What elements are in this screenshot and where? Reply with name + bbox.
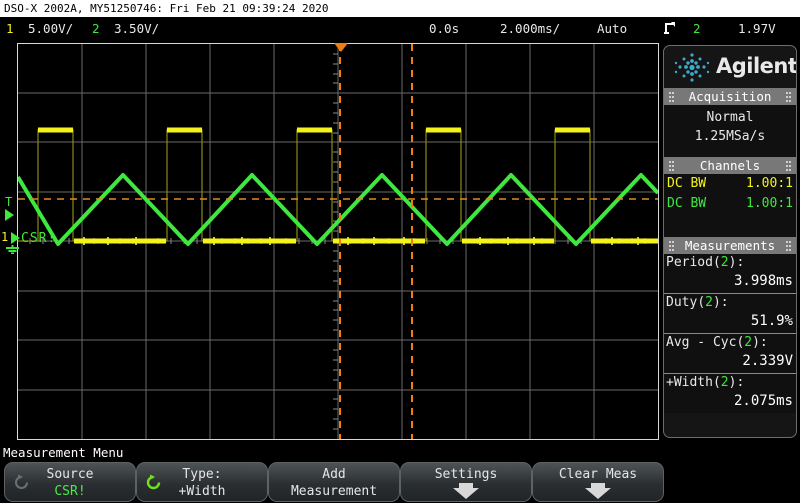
right-sidebar: Agilent Acquisition Normal 1.25MSa/s Cha… <box>663 45 797 438</box>
rising-edge-icon <box>664 20 678 43</box>
softkey-source[interactable]: Source CSR! <box>4 462 136 502</box>
cycle-icon <box>15 474 28 489</box>
channels-body: DC BW 1.00:1 DC BW 1.00:1 <box>664 174 796 237</box>
measurement-value: 2.339V <box>742 353 793 369</box>
measurement-row[interactable]: Duty(2): 51.9% <box>664 293 796 333</box>
measurement-label: Period(2): <box>666 255 745 270</box>
softkey-add-line1: Add <box>322 467 346 482</box>
measurement-row[interactable]: Period(2): 3.998ms <box>664 254 796 293</box>
measurements-section-header[interactable]: Measurements <box>664 237 796 254</box>
measurement-name: Duty <box>666 295 698 310</box>
down-arrow-icon <box>401 483 531 499</box>
acquisition-body: Normal 1.25MSa/s <box>664 105 796 157</box>
trigger-level-marker-arrow-icon[interactable] <box>5 209 14 221</box>
ground-symbol-icon <box>6 245 19 254</box>
softkey-add-line2: Measurement <box>290 484 378 499</box>
status-ch1-scale[interactable]: 5.00V/ <box>28 17 73 40</box>
measurement-source: 2 <box>720 375 729 390</box>
channel-1-ground-arrow-icon[interactable] <box>11 232 20 244</box>
measurement-value: 3.998ms <box>733 273 793 289</box>
oscilloscope-screen: DSO-X 2002A, MY51250746: Fri Feb 21 09:3… <box>0 0 800 503</box>
trigger-level-marker-label: T <box>5 195 13 209</box>
waveform-canvas[interactable] <box>18 44 658 439</box>
measurement-label: Duty(2): <box>666 295 729 310</box>
softkey-clear-meas-label: Clear Meas <box>558 467 638 482</box>
drag-handle-right-icon[interactable] <box>786 92 791 102</box>
channel-row-1[interactable]: DC BW 1.00:1 <box>664 174 796 194</box>
measurements-body: Period(2): 3.998ms Duty(2): 51.9% Avg - … <box>664 254 796 413</box>
channel-2-probe: 1.00:1 <box>746 196 793 211</box>
measurement-source: 2 <box>705 295 713 310</box>
softkey-settings-label: Settings <box>434 467 498 482</box>
acquisition-mode: Normal <box>706 110 754 125</box>
channel-1-coupling: DC BW <box>667 176 707 191</box>
channels-section-header[interactable]: Channels <box>664 157 796 174</box>
measurement-row[interactable]: +Width(2): 2.075ms <box>664 373 796 413</box>
measurements-title: Measurements <box>684 238 776 253</box>
drag-handle-left-icon[interactable] <box>669 161 674 171</box>
status-trigger-source[interactable]: 2 <box>693 17 701 40</box>
menu-title: Measurement Menu <box>0 443 800 462</box>
softkey-clear-meas[interactable]: Clear Meas <box>532 462 664 502</box>
drag-handle-left-icon[interactable] <box>669 92 674 102</box>
agilent-sparkle-icon <box>674 53 710 82</box>
measurement-row[interactable]: Avg - Cyc(2): 2.339V <box>664 333 796 373</box>
brand-name: Agilent <box>716 54 797 78</box>
channel-1-probe: 1.00:1 <box>746 176 793 191</box>
measurement-source: 2 <box>744 335 753 350</box>
drag-handle-right-icon[interactable] <box>786 161 791 171</box>
title-bar: DSO-X 2002A, MY51250746: Fri Feb 21 09:3… <box>0 0 800 17</box>
measurement-value: 2.075ms <box>733 393 793 409</box>
channel-1-ground-label: 1 <box>1 230 9 244</box>
channels-title: Channels <box>699 158 761 173</box>
measurement-value: 51.9% <box>750 313 793 329</box>
acquisition-sample-rate: 1.25MSa/s <box>694 129 766 144</box>
measurement-name: +Width <box>666 375 713 390</box>
status-ch1-number[interactable]: 1 <box>6 17 14 40</box>
status-bar: 1 5.00V/ 2 3.50V/ 0.0s 2.000ms/ Auto 2 1… <box>0 17 800 40</box>
down-arrow-icon <box>533 483 663 499</box>
channel-2-coupling: DC BW <box>667 196 707 211</box>
cycle-icon <box>146 474 161 490</box>
drag-handle-left-icon[interactable] <box>669 241 674 251</box>
status-delay[interactable]: 0.0s <box>429 17 459 40</box>
cursor-label: CSR! <box>21 231 57 246</box>
brand-logo: Agilent <box>664 46 796 88</box>
measurement-label: Avg - Cyc(2): <box>666 335 768 350</box>
drag-handle-right-icon[interactable] <box>786 241 791 251</box>
softkey-bar: Source CSR! Type: +Width Add Measurement… <box>0 462 800 503</box>
measurement-label: +Width(2): <box>666 375 745 390</box>
trigger-position-marker[interactable] <box>334 43 348 52</box>
status-trigger-level[interactable]: 1.97V <box>738 17 776 40</box>
acquisition-title: Acquisition <box>688 89 772 104</box>
softkey-settings[interactable]: Settings <box>400 462 532 502</box>
status-ch2-scale[interactable]: 3.50V/ <box>114 17 159 40</box>
measurement-source: 2 <box>720 255 729 270</box>
waveform-display[interactable] <box>17 43 659 440</box>
measurement-name: Avg - Cyc <box>666 335 737 350</box>
acquisition-section-header[interactable]: Acquisition <box>664 88 796 105</box>
status-ch2-number[interactable]: 2 <box>92 17 100 40</box>
softkey-add-measurement[interactable]: Add Measurement <box>268 462 400 502</box>
channel-row-2[interactable]: DC BW 1.00:1 <box>664 194 796 214</box>
status-timebase[interactable]: 2.000ms/ <box>500 17 560 40</box>
status-sweep-mode[interactable]: Auto <box>597 17 627 40</box>
measurement-name: Period <box>666 255 713 270</box>
softkey-type[interactable]: Type: +Width <box>136 462 268 502</box>
